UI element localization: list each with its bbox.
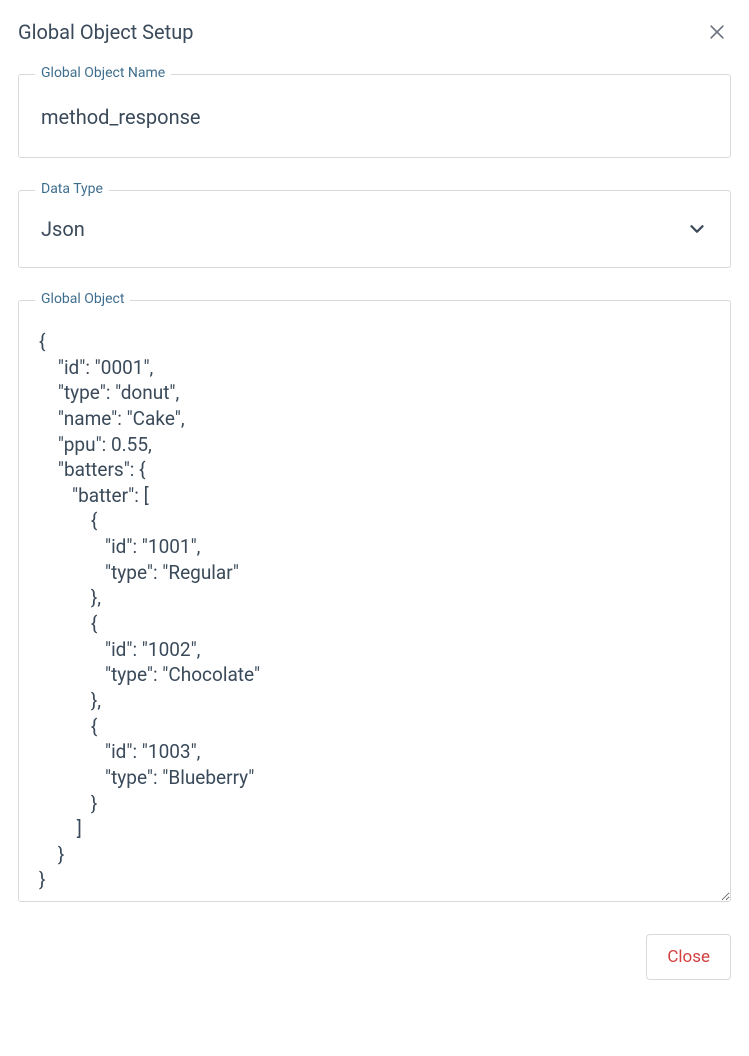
global-object-name-field: Global Object Name (18, 74, 731, 158)
field-label: Global Object Name (35, 65, 171, 81)
close-icon[interactable] (703, 18, 731, 46)
dialog-footer: Close (18, 926, 731, 980)
dialog-title: Global Object Setup (18, 20, 193, 44)
data-type-select[interactable]: Json (19, 191, 730, 267)
field-label: Data Type (35, 181, 109, 197)
global-object-field: Global Object (18, 300, 731, 902)
global-object-textarea[interactable] (19, 301, 730, 901)
close-button[interactable]: Close (646, 934, 731, 980)
global-object-name-input[interactable] (19, 75, 730, 157)
data-type-field: Data Type Json (18, 190, 731, 268)
dialog-header: Global Object Setup (18, 18, 731, 46)
field-label: Global Object (35, 291, 130, 307)
chevron-down-icon (686, 218, 708, 240)
data-type-value: Json (41, 217, 85, 241)
